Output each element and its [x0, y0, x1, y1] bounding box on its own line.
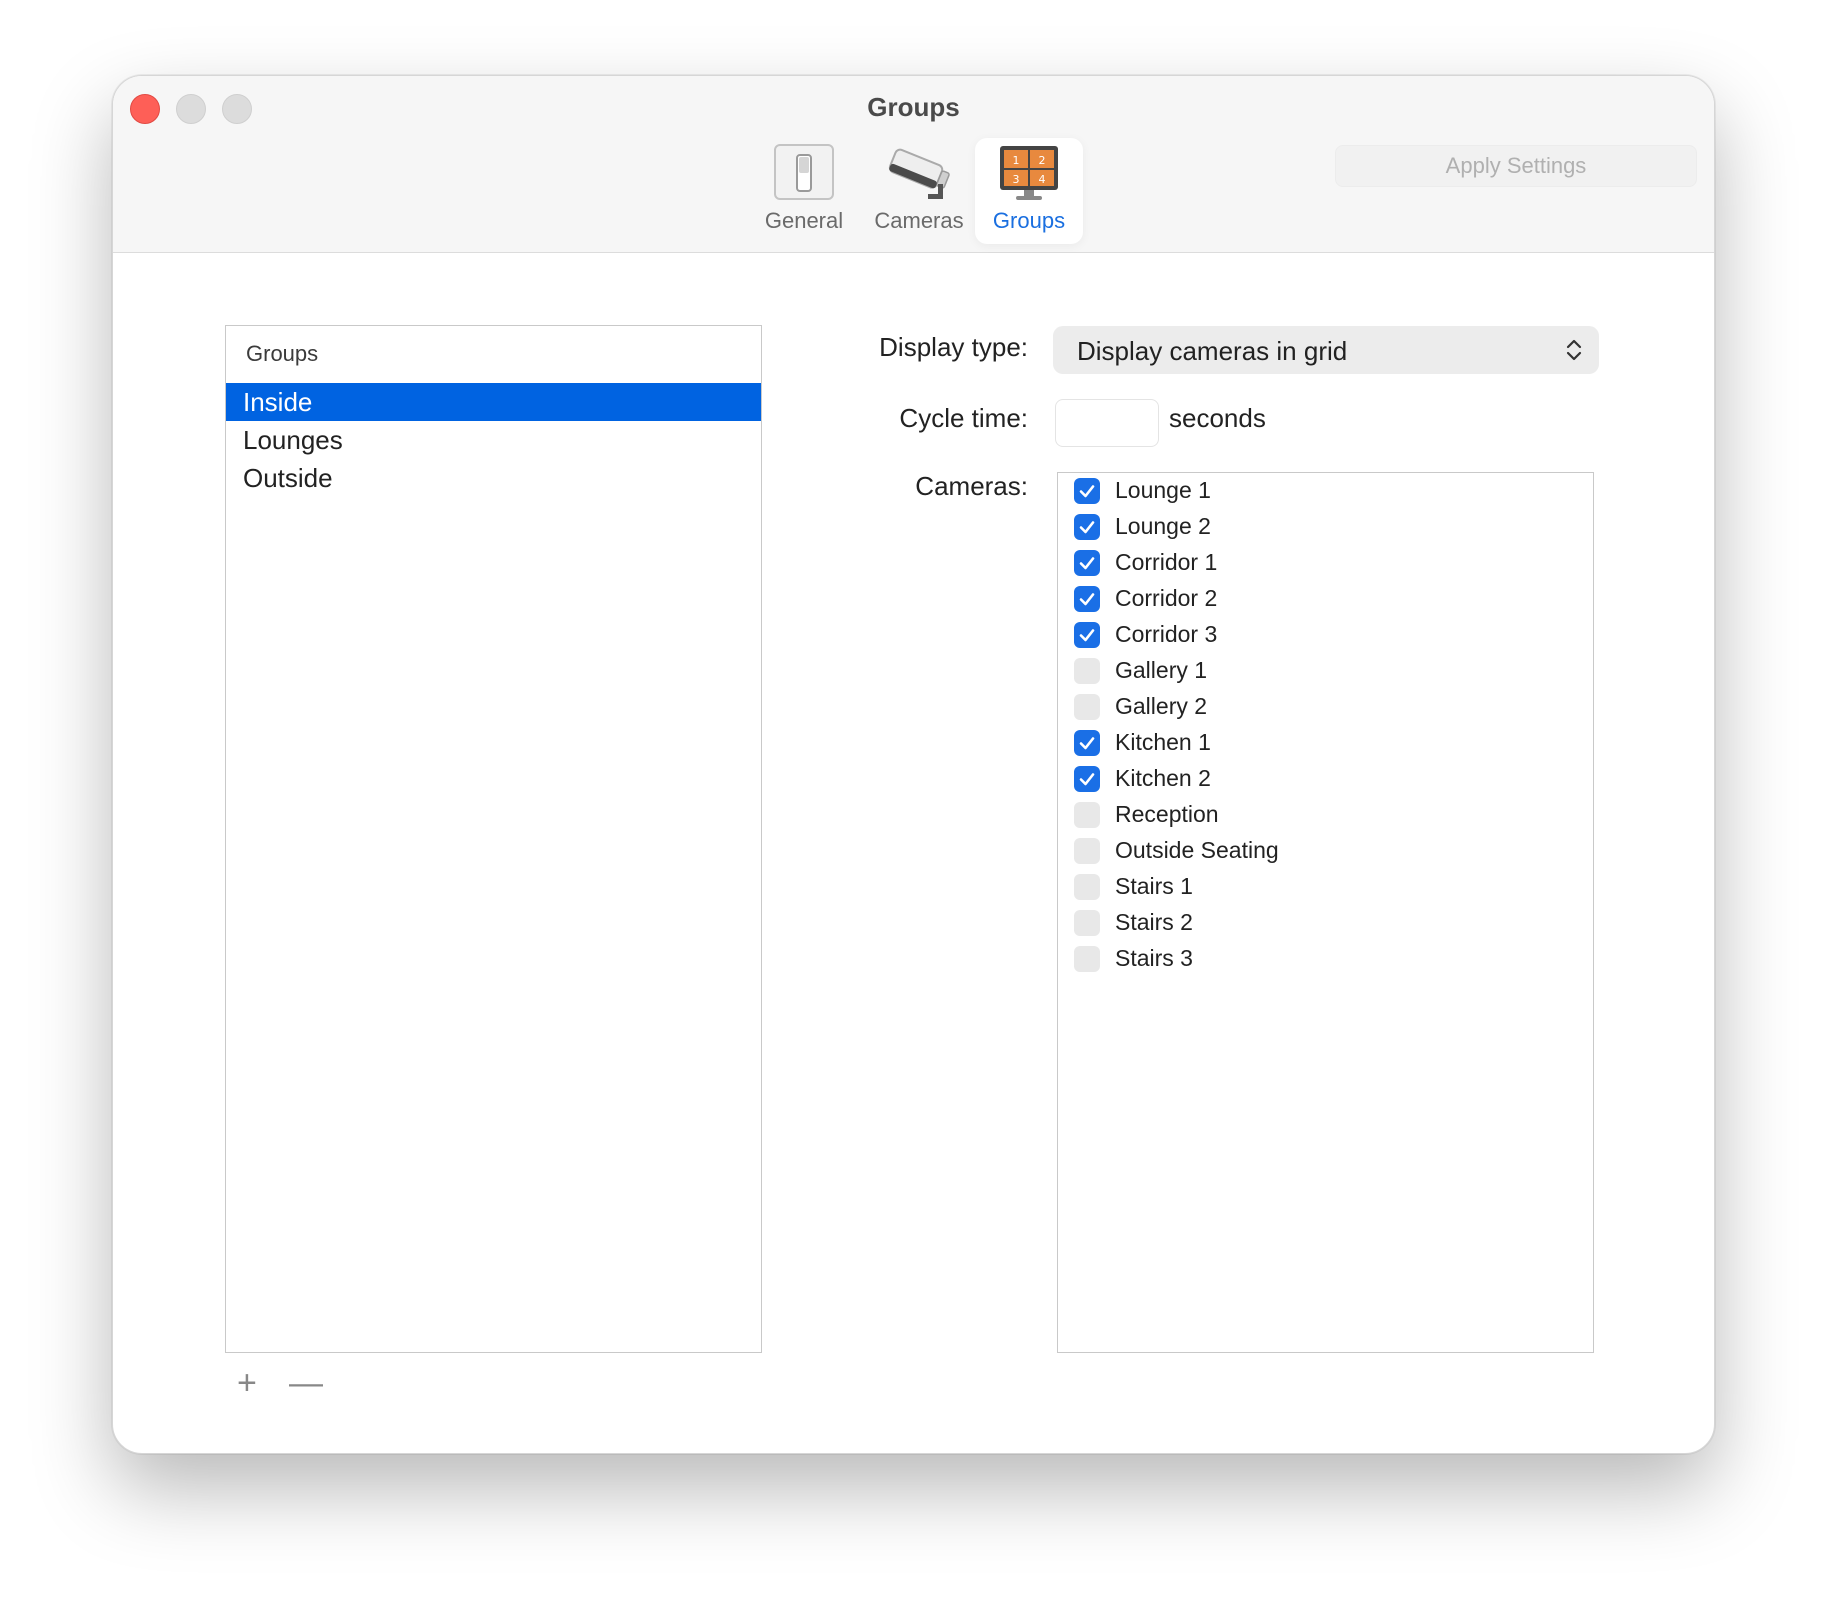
display-type-value: Display cameras in grid	[1077, 336, 1348, 366]
cycle-time-label: Cycle time:	[899, 403, 1028, 433]
checkmark-icon	[1079, 737, 1095, 750]
grid-number-1: 1	[1013, 154, 1020, 167]
camera-row[interactable]: Lounge 1	[1074, 475, 1554, 505]
toolbar-item-general[interactable]: General	[750, 138, 858, 244]
camera-label: Outside Seating	[1115, 837, 1279, 863]
camera-checkbox[interactable]	[1074, 658, 1100, 684]
checkmark-icon	[1079, 485, 1095, 498]
camera-label: Lounge 2	[1115, 513, 1211, 539]
camera-checkbox[interactable]	[1074, 550, 1100, 576]
cameras-list: Lounge 1 Lounge 2 Corridor 1 Corridor 2 Corr…	[1057, 472, 1594, 1353]
camera-row[interactable]: Stairs 1	[1074, 871, 1554, 901]
camera-label: Corridor 3	[1115, 621, 1218, 647]
chevron-updown-icon	[1565, 338, 1583, 367]
toolbar-label-groups: Groups	[992, 208, 1066, 233]
camera-label: Reception	[1115, 801, 1219, 827]
camera-checkbox[interactable]	[1074, 766, 1100, 792]
cycle-time-input[interactable]	[1055, 399, 1159, 447]
security-camera-icon	[884, 144, 954, 209]
camera-row[interactable]: Lounge 2	[1074, 511, 1554, 541]
toolbar-item-groups[interactable]: 1 2 3 4 Groups	[975, 138, 1083, 244]
camera-row[interactable]: Corridor 1	[1074, 547, 1554, 577]
camera-row[interactable]: Gallery 2	[1074, 691, 1554, 721]
checkmark-icon	[1079, 773, 1095, 786]
groups-list: Groups Inside Lounges Outside	[225, 325, 762, 1353]
camera-label: Stairs 1	[1115, 873, 1193, 899]
camera-row[interactable]: Corridor 3	[1074, 619, 1554, 649]
checkmark-icon	[1079, 629, 1095, 642]
camera-checkbox[interactable]	[1074, 838, 1100, 864]
camera-label: Kitchen 2	[1115, 765, 1211, 791]
grid-monitor-icon: 1 2 3 4	[998, 144, 1060, 207]
camera-label: Lounge 1	[1115, 477, 1211, 503]
camera-label: Stairs 3	[1115, 945, 1193, 971]
apply-settings-button[interactable]: Apply Settings	[1335, 145, 1697, 187]
switch-icon	[772, 144, 836, 207]
camera-row[interactable]: Stairs 3	[1074, 943, 1554, 973]
camera-row[interactable]: Outside Seating	[1074, 835, 1554, 865]
group-row-inside[interactable]: Inside	[226, 383, 761, 421]
toolbar-item-cameras[interactable]: Cameras	[865, 138, 973, 244]
camera-row[interactable]: Corridor 2	[1074, 583, 1554, 613]
display-type-label: Display type:	[879, 332, 1028, 362]
remove-group-button[interactable]: —	[289, 1366, 323, 1400]
camera-row[interactable]: Kitchen 1	[1074, 727, 1554, 757]
camera-checkbox[interactable]	[1074, 694, 1100, 720]
camera-label: Kitchen 1	[1115, 729, 1211, 755]
camera-checkbox[interactable]	[1074, 730, 1100, 756]
window-title: Groups	[867, 92, 960, 122]
camera-row[interactable]: Reception	[1074, 799, 1554, 829]
camera-checkbox[interactable]	[1074, 802, 1100, 828]
cameras-label: Cameras:	[915, 471, 1028, 501]
display-type-select[interactable]: Display cameras in grid	[1053, 326, 1599, 374]
camera-label: Gallery 2	[1115, 693, 1208, 719]
checkmark-icon	[1079, 593, 1095, 606]
camera-checkbox[interactable]	[1074, 514, 1100, 540]
titlebar: Groups General Cameras 1 2 3 4 Groups Ap…	[113, 76, 1714, 253]
group-row-lounges[interactable]: Lounges	[226, 421, 761, 459]
group-row-outside[interactable]: Outside	[226, 459, 761, 497]
preferences-window: Groups General Cameras 1 2 3 4 Groups Ap…	[112, 75, 1715, 1454]
camera-checkbox[interactable]	[1074, 622, 1100, 648]
camera-checkbox[interactable]	[1074, 946, 1100, 972]
checkmark-icon	[1079, 557, 1095, 570]
toolbar-label-general: General	[764, 208, 844, 233]
camera-label: Stairs 2	[1115, 909, 1193, 935]
grid-number-3: 3	[1013, 173, 1020, 186]
camera-row[interactable]: Kitchen 2	[1074, 763, 1554, 793]
grid-number-4: 4	[1039, 173, 1046, 186]
grid-number-2: 2	[1039, 154, 1046, 167]
cycle-time-unit: seconds	[1169, 403, 1266, 433]
camera-checkbox[interactable]	[1074, 874, 1100, 900]
camera-checkbox[interactable]	[1074, 586, 1100, 612]
camera-checkbox[interactable]	[1074, 478, 1100, 504]
add-group-button[interactable]: +	[237, 1366, 257, 1400]
groups-list-header: Groups	[246, 341, 319, 366]
camera-label: Gallery 1	[1115, 657, 1208, 683]
camera-row[interactable]: Gallery 1	[1074, 655, 1554, 685]
checkmark-icon	[1079, 521, 1095, 534]
camera-label: Corridor 1	[1115, 549, 1218, 575]
camera-checkbox[interactable]	[1074, 910, 1100, 936]
camera-label: Corridor 2	[1115, 585, 1218, 611]
toolbar-label-cameras: Cameras	[874, 208, 964, 233]
camera-row[interactable]: Stairs 2	[1074, 907, 1554, 937]
